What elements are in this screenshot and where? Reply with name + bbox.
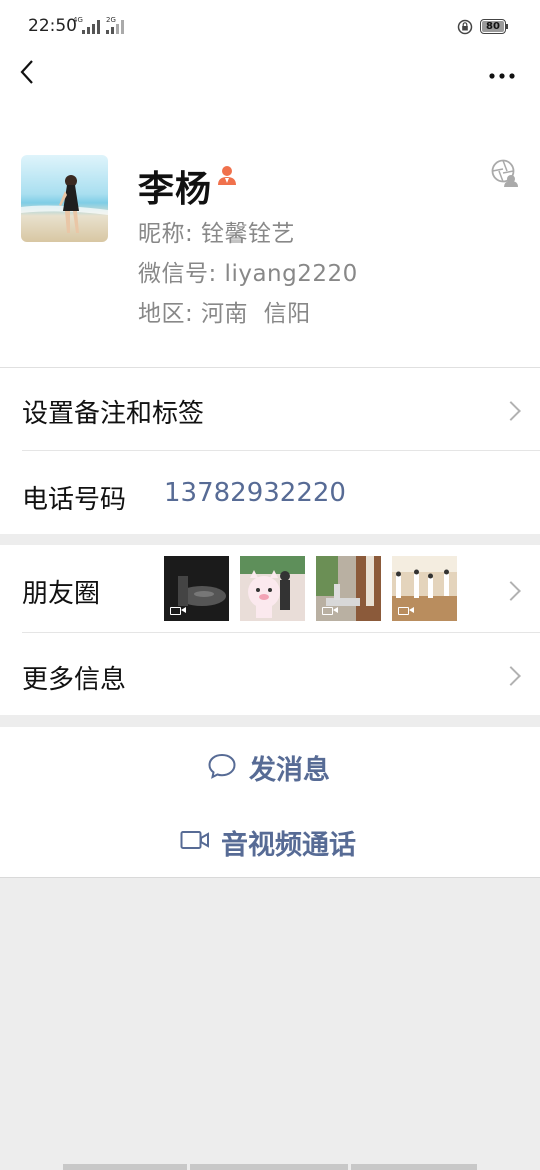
moments-label[interactable]: 朋友圈 bbox=[22, 573, 100, 610]
battery-cap bbox=[506, 24, 508, 29]
region: 地区: 河南 信阳 bbox=[138, 301, 311, 327]
nav-hint-segment bbox=[63, 1164, 187, 1170]
nickname: 昵称: 铨馨铨艺 bbox=[138, 221, 296, 247]
divider bbox=[22, 632, 540, 633]
more-icon[interactable] bbox=[489, 66, 515, 79]
nav-hint-segment bbox=[190, 1164, 348, 1170]
contact-name: 李杨 bbox=[138, 169, 213, 210]
nav-hint-segment bbox=[351, 1164, 477, 1170]
divider bbox=[22, 450, 540, 451]
battery-level: 80 bbox=[482, 21, 504, 32]
remark-tags-label[interactable]: 设置备注和标签 bbox=[22, 393, 204, 430]
divider bbox=[0, 877, 540, 878]
video-badge-icon bbox=[322, 607, 333, 615]
avatar[interactable] bbox=[21, 155, 108, 242]
wechat-id: 微信号: liyang2220 bbox=[138, 261, 358, 287]
chevron-right-icon bbox=[501, 666, 521, 686]
back-icon[interactable] bbox=[16, 58, 40, 86]
moments-thumbnail[interactable] bbox=[316, 556, 381, 621]
video-badge-icon bbox=[170, 607, 181, 615]
video-call-label: 音视频通话 bbox=[221, 830, 356, 861]
chevron-right-icon bbox=[501, 401, 521, 421]
status-time: 22:50 bbox=[28, 16, 77, 36]
video-badge-icon bbox=[398, 607, 409, 615]
phone-number-link[interactable]: 13782932220 bbox=[164, 478, 346, 508]
signal-2-icon bbox=[106, 20, 126, 34]
moments-group: 朋友圈 更多信息 bbox=[0, 545, 540, 715]
signal-icon bbox=[82, 20, 102, 34]
battery-icon: 80 bbox=[480, 19, 506, 34]
video-camera-icon bbox=[180, 829, 210, 851]
moments-thumbnail[interactable] bbox=[392, 556, 457, 621]
lock-rotation-icon bbox=[457, 19, 473, 35]
more-info-label[interactable]: 更多信息 bbox=[22, 659, 126, 696]
send-message-button[interactable]: 发消息 bbox=[0, 727, 540, 802]
chevron-right-icon bbox=[501, 581, 521, 601]
star-friend-icon[interactable] bbox=[491, 159, 519, 187]
send-message-label: 发消息 bbox=[249, 755, 330, 786]
moments-thumbnail[interactable] bbox=[164, 556, 229, 621]
chat-bubble-icon bbox=[207, 752, 237, 780]
person-icon bbox=[216, 164, 238, 186]
moments-thumbnail[interactable] bbox=[240, 556, 305, 621]
actions-group: 发消息 音视频通话 bbox=[0, 727, 540, 877]
info-group: 设置备注和标签 电话号码 13782932220 bbox=[0, 368, 540, 534]
phone-label: 电话号码 bbox=[22, 485, 127, 515]
status-bar: 22:50 4G 2G 80 bbox=[0, 0, 540, 52]
video-call-button[interactable]: 音视频通话 bbox=[0, 802, 540, 877]
